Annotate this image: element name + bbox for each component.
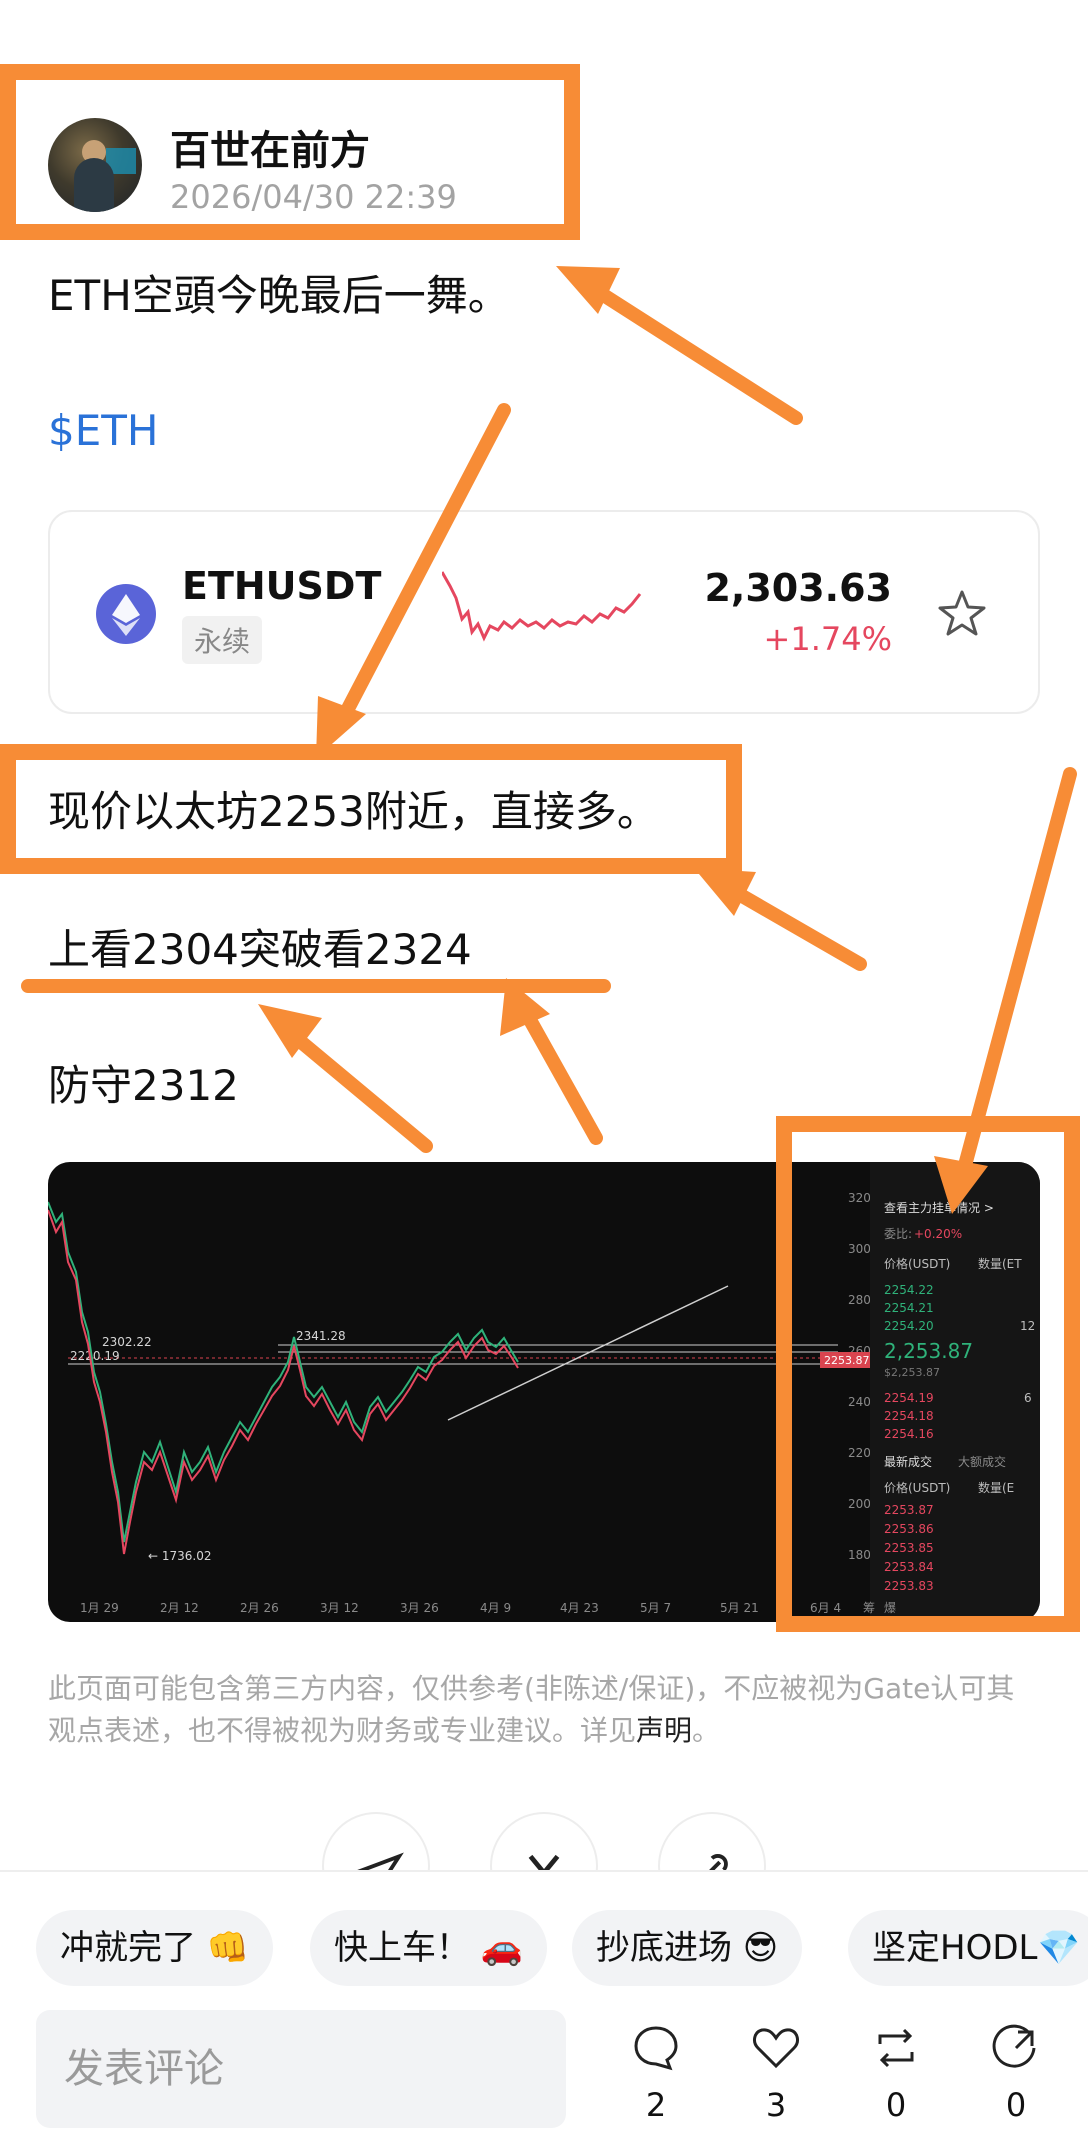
annotation-arrows xyxy=(21,266,1077,1214)
